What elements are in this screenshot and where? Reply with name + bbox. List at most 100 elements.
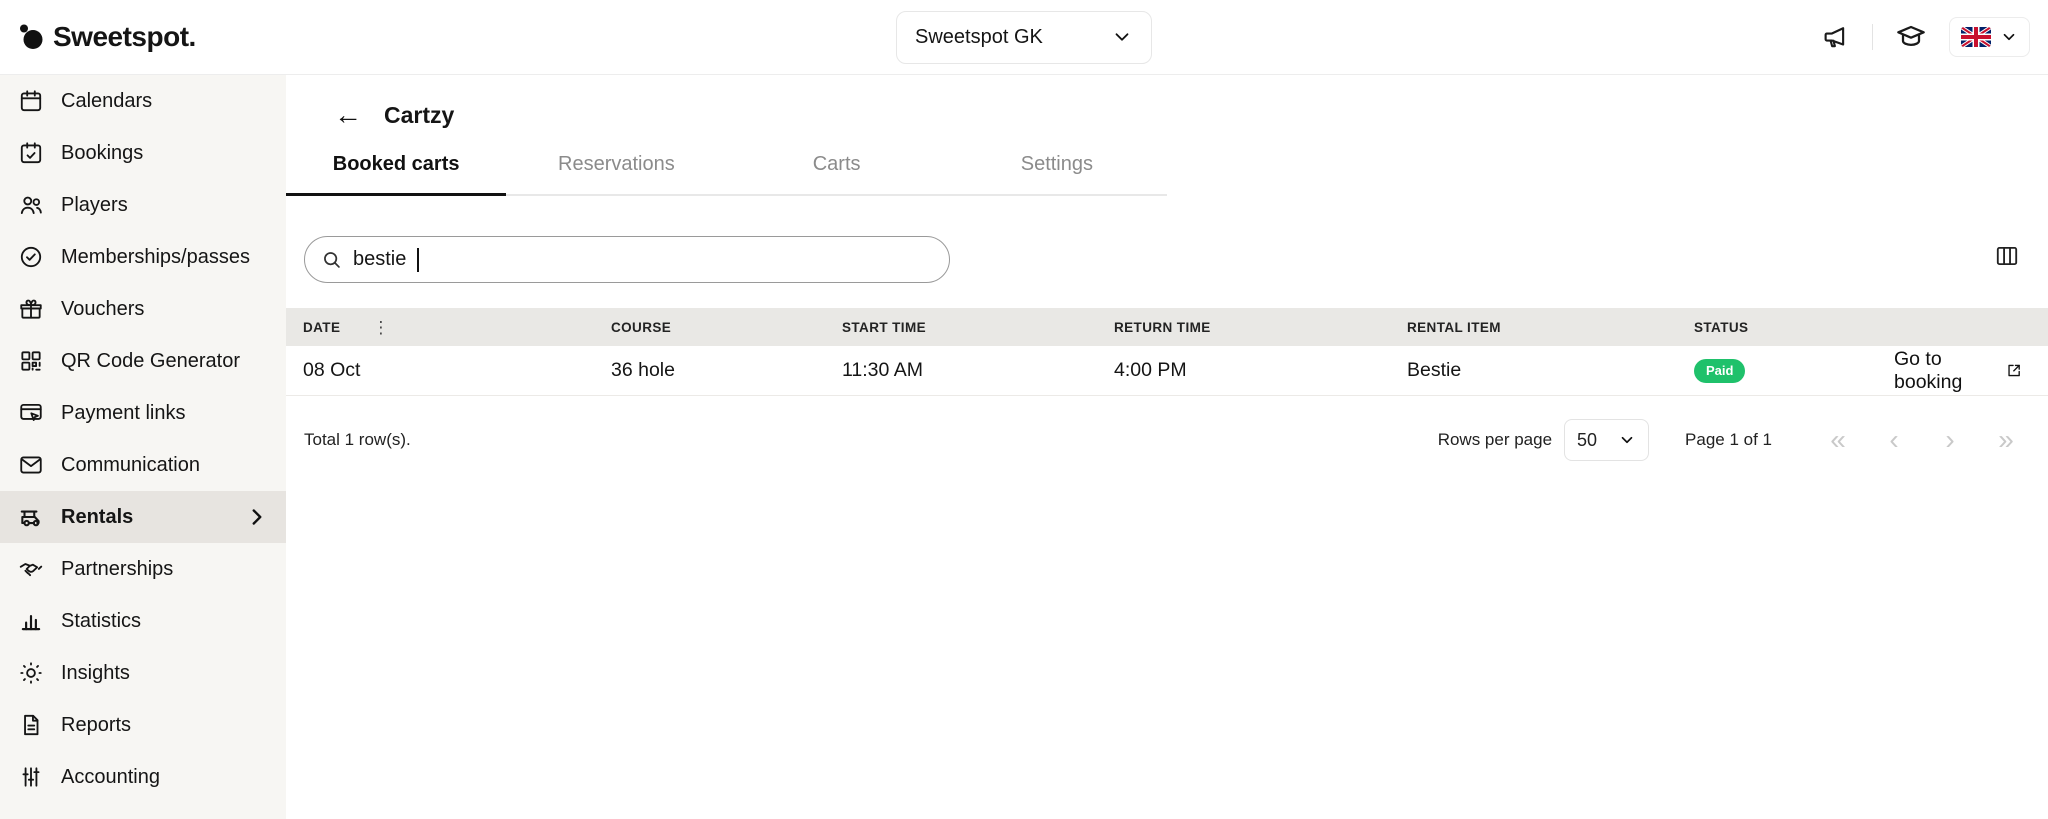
sidebar-item-reports[interactable]: Reports [0,699,286,751]
column-menu-button[interactable]: ⋮ [372,319,389,336]
sidebar-item-payment-links[interactable]: Payment links [0,387,286,439]
sidebar-item-label: Rentals [61,506,133,529]
cell-rental-item: Bestie [1407,359,1694,382]
status-badge: Paid [1694,359,1745,383]
circle-check-icon [18,244,44,270]
sidebar-item-label: Calendars [61,90,152,113]
chevron-down-icon [1618,431,1636,449]
qr-code-icon [18,348,44,374]
rows-per-page-select[interactable]: 50 [1564,419,1649,461]
last-page-button[interactable]: » [1992,426,2020,454]
chevron-down-icon [2000,28,2018,46]
search-icon [321,249,342,270]
sidebar-item-memberships[interactable]: Memberships/passes [0,231,286,283]
sidebar-item-rentals[interactable]: Rentals [0,491,286,543]
org-selector[interactable]: Sweetspot GK [896,11,1152,64]
sidebar-item-accounting[interactable]: Accounting [0,751,286,803]
users-icon [18,192,44,218]
sliders-icon [18,764,44,790]
dots-vertical-icon: ⋮ [372,318,389,337]
sidebar-item-label: Partnerships [61,558,173,581]
calendar-icon [18,88,44,114]
sidebar: Calendars Bookings Players Memberships/p… [0,75,286,819]
next-page-button[interactable]: › [1936,426,1964,454]
column-header-return-time: Return time [1114,320,1407,335]
sidebar-item-bookings[interactable]: Bookings [0,127,286,179]
sidebar-item-communication[interactable]: Communication [0,439,286,491]
tab-carts[interactable]: Carts [727,153,947,194]
sidebar-item-vouchers[interactable]: Vouchers [0,283,286,335]
cell-status: Paid [1694,358,1894,383]
table-row[interactable]: 08 Oct 36 hole 11:30 AM 4:00 PM Bestie P… [286,346,2048,396]
back-button[interactable]: ← [334,101,362,129]
first-page-button[interactable]: « [1824,426,1852,454]
column-header-date: Date ⋮ [303,319,611,336]
rows-per-page-label: Rows per page [1438,430,1552,450]
table-toolbar: bestie [286,236,2048,284]
text-caret [417,248,419,272]
bar-chart-icon [18,608,44,634]
sidebar-item-label: Payment links [61,402,186,425]
header-divider [1872,24,1873,50]
tab-booked-carts[interactable]: Booked carts [286,153,506,194]
sidebar-item-label: Bookings [61,142,143,165]
sidebar-item-statistics[interactable]: Statistics [0,595,286,647]
sidebar-item-qr-code-generator[interactable]: QR Code Generator [0,335,286,387]
logo[interactable]: Sweetspot. [16,21,196,53]
external-link-icon [2006,361,2022,380]
search-value: bestie [353,248,406,271]
app-root: Sweetspot. Sweetspot GK [0,0,2048,819]
column-header-status: Status [1694,320,1894,335]
spark-icon [18,660,44,686]
envelope-icon [18,452,44,478]
sidebar-item-calendars[interactable]: Calendars [0,75,286,127]
title-row: ← Cartzy [286,75,2048,129]
main-content: ← Cartzy Booked carts Reservations Carts… [286,75,2048,819]
page-indicator: Page 1 of 1 [1685,430,1772,450]
announcements-button[interactable] [1820,22,1850,52]
tab-reservations[interactable]: Reservations [506,153,726,194]
chevron-down-icon [1111,26,1133,48]
sidebar-item-label: Statistics [61,610,141,633]
cell-course: 36 hole [611,359,842,382]
column-settings-button[interactable] [1994,243,2020,272]
go-to-booking-link[interactable]: Go to booking [1894,348,2022,394]
sidebar-item-partnerships[interactable]: Partnerships [0,543,286,595]
chevron-right-icon: › [1945,424,1954,455]
uk-flag-icon [1961,27,1991,47]
page-title: Cartzy [384,102,454,129]
cell-date: 08 Oct [303,359,611,382]
double-chevron-left-icon: « [1830,424,1846,455]
sweetspot-logo-icon [16,22,46,52]
booked-carts-table: Date ⋮ Course Start time Return time Ren… [286,308,2048,462]
table-footer: Total 1 row(s). Rows per page 50 Page 1 … [286,418,2048,462]
previous-page-button[interactable]: ‹ [1880,426,1908,454]
column-header-rental-item: Rental item [1407,320,1694,335]
document-icon [18,712,44,738]
cell-start-time: 11:30 AM [842,359,1114,382]
column-header-course: Course [611,320,842,335]
org-selector-value: Sweetspot GK [915,26,1043,49]
language-selector[interactable] [1949,17,2030,57]
pager: « ‹ › » [1824,426,2020,454]
go-to-booking-label: Go to booking [1894,348,1998,394]
search-input[interactable]: bestie [304,236,950,283]
table-header-row: Date ⋮ Course Start time Return time Ren… [286,308,2048,346]
rows-per-page-value: 50 [1577,430,1597,451]
sidebar-item-label: QR Code Generator [61,350,240,373]
chevron-right-icon [244,504,270,530]
sidebar-item-insights[interactable]: Insights [0,647,286,699]
academy-button[interactable] [1895,21,1927,53]
cell-return-time: 4:00 PM [1114,359,1407,382]
handshake-icon [18,556,44,582]
sidebar-item-label: Accounting [61,766,160,789]
chevron-left-icon: ‹ [1889,424,1898,455]
sidebar-item-label: Reports [61,714,131,737]
sidebar-item-players[interactable]: Players [0,179,286,231]
back-arrow-icon: ← [334,101,362,129]
table-columns-icon [1994,243,2020,269]
sidebar-item-label: Insights [61,662,130,685]
calendar-check-icon [18,140,44,166]
tab-settings[interactable]: Settings [947,153,1167,194]
header-actions [1820,17,2030,57]
